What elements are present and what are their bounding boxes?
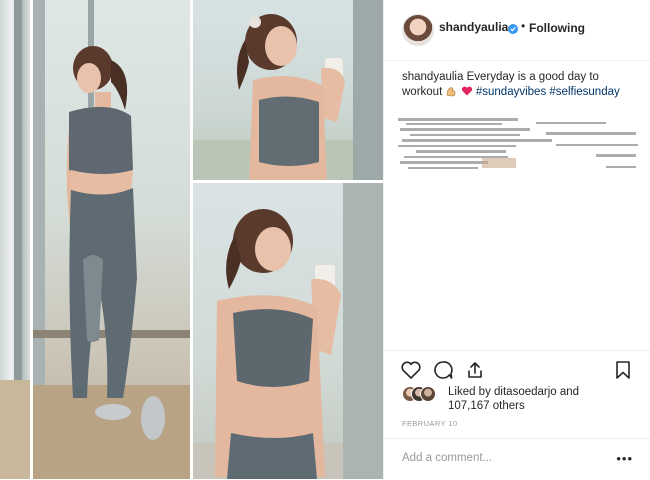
likes-summary: Liked by ditasoedarjo and 107,167 others bbox=[402, 385, 642, 413]
likes-text: Liked by ditasoedarjo and 107,167 others bbox=[448, 385, 638, 413]
bookmark-icon[interactable] bbox=[612, 359, 634, 381]
post-image-collage[interactable] bbox=[0, 0, 383, 479]
instagram-post: shandyaulia • Following shandyaulia Ever… bbox=[0, 0, 650, 479]
avatar[interactable] bbox=[402, 14, 434, 46]
heart-icon[interactable] bbox=[400, 359, 422, 381]
post-sidebar: shandyaulia • Following shandyaulia Ever… bbox=[383, 0, 650, 479]
more-options-icon[interactable]: ••• bbox=[616, 451, 633, 466]
verified-badge-icon bbox=[508, 24, 518, 34]
collage-gutter bbox=[30, 0, 33, 479]
header-separator: • bbox=[521, 19, 526, 33]
flexed-bicep-emoji-icon bbox=[445, 85, 457, 97]
likes-count[interactable]: 107,167 others bbox=[448, 400, 525, 412]
collage-photo-front-selfie bbox=[193, 183, 383, 479]
liked-by-prefix: Liked by bbox=[448, 386, 495, 398]
hashtag-sundayvibes[interactable]: #sundayvibes bbox=[476, 86, 546, 98]
post-header: shandyaulia • Following bbox=[384, 0, 650, 61]
collage-gutter bbox=[193, 180, 383, 183]
collage-strip-left bbox=[0, 0, 30, 479]
hashtag-selfiesunday[interactable]: #selfiesunday bbox=[549, 86, 619, 98]
collage-gutter bbox=[190, 0, 193, 479]
red-heart-emoji-icon bbox=[461, 85, 473, 97]
liker-avatar[interactable] bbox=[420, 386, 436, 402]
comment-icon[interactable] bbox=[432, 359, 454, 381]
liked-by-and: and bbox=[556, 386, 580, 398]
comment-input[interactable]: Add a comment... bbox=[402, 452, 492, 464]
post-date[interactable]: FEBRUARY 10 bbox=[402, 419, 457, 428]
post-caption: shandyaulia Everyday is a good day to wo… bbox=[402, 70, 632, 100]
collage-photo-full-body bbox=[33, 0, 190, 479]
comment-bar: Add a comment... ••• bbox=[384, 438, 650, 480]
share-icon[interactable] bbox=[464, 359, 486, 381]
caption-username[interactable]: shandyaulia bbox=[402, 71, 463, 83]
liked-by-user[interactable]: ditasoedarjo bbox=[494, 386, 557, 398]
following-button[interactable]: Following bbox=[529, 21, 585, 35]
header-username[interactable]: shandyaulia bbox=[439, 20, 508, 34]
collage-photo-back-selfie bbox=[193, 0, 383, 180]
obscured-comments bbox=[398, 118, 638, 169]
